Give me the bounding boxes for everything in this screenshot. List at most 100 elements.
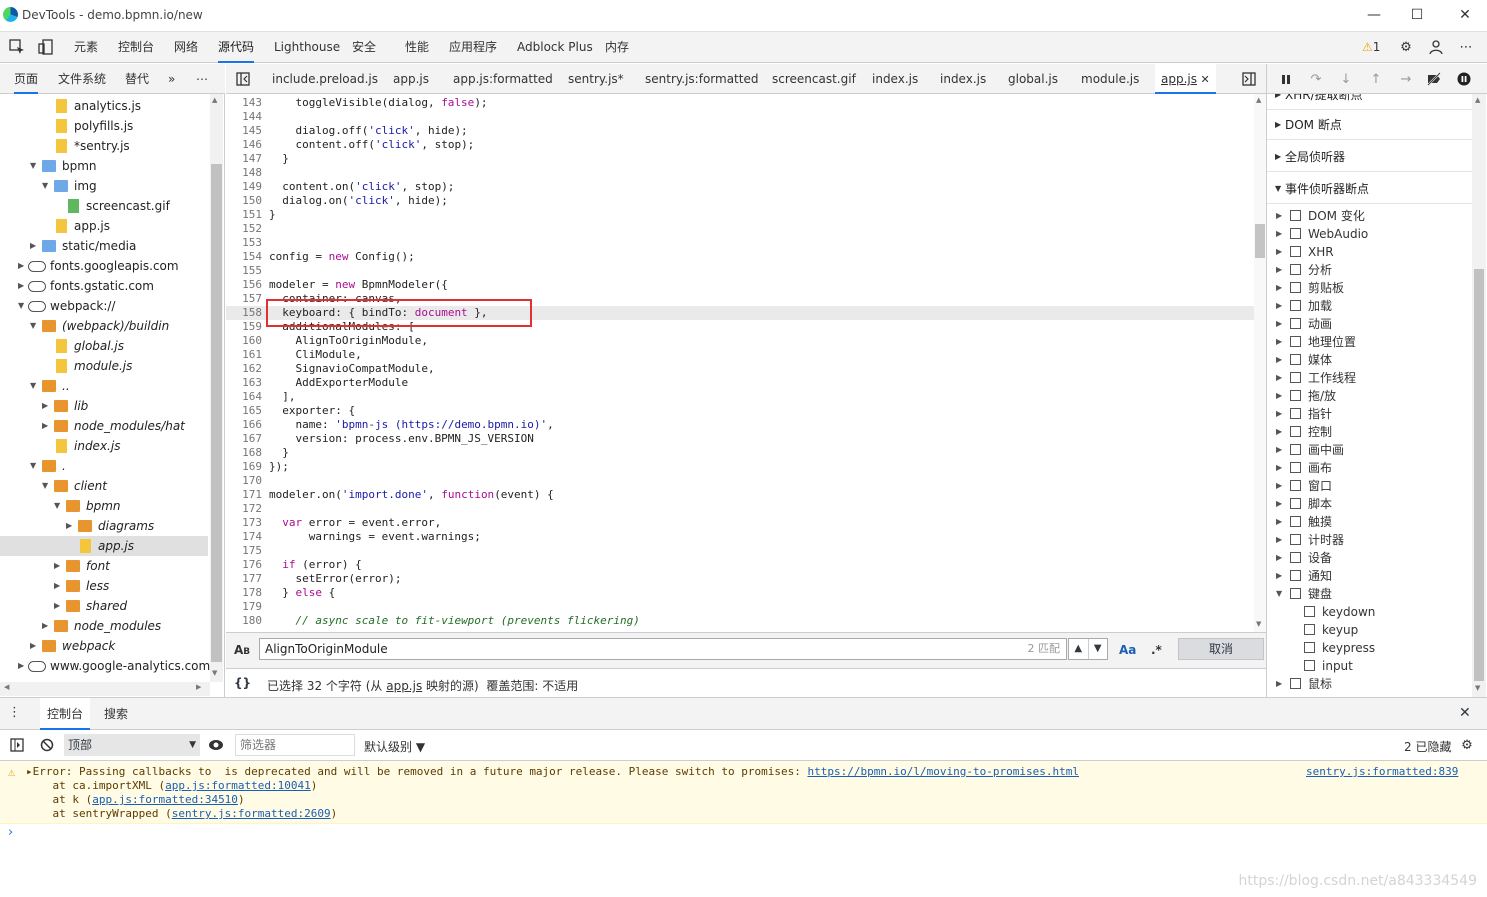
breakpoint-section[interactable]: ▶ XHR/提取断点 [1267, 94, 1472, 110]
main-tab-2[interactable]: 网络 [174, 32, 198, 63]
collapsed-arrow-icon[interactable]: ▶ [54, 596, 64, 616]
file-tab-10[interactable]: app.js ✕ [1155, 64, 1216, 94]
file-tab-4[interactable]: sentry.js:formatted [645, 64, 758, 94]
tree-item[interactable]: ▶ www.google-analytics.com [0, 656, 210, 676]
close-tab-icon[interactable]: ✕ [1197, 73, 1209, 86]
collapsed-arrow-icon[interactable]: ▶ [66, 516, 76, 536]
event-checkbox[interactable] [1290, 300, 1301, 311]
main-tab-7[interactable]: 应用程序 [449, 32, 497, 63]
debugger-scrollbar[interactable]: ▲ ▼ [1472, 94, 1486, 697]
scroll-up-icon[interactable]: ▲ [212, 96, 217, 104]
event-breakpoint-item[interactable]: ▶ 通知 [1267, 567, 1472, 585]
collapsed-arrow-icon[interactable]: ▶ [42, 616, 52, 636]
collapsed-arrow-icon[interactable]: ▶ [1276, 441, 1282, 459]
log-level-dropdown[interactable]: 默认级别 ▼ [364, 738, 425, 755]
navigator-tab-3[interactable]: » [168, 64, 175, 94]
event-breakpoint-item[interactable]: input [1267, 657, 1472, 675]
customize-user-icon[interactable] [1428, 38, 1446, 56]
scroll-right-icon[interactable]: ▶ [196, 683, 201, 691]
event-breakpoint-item[interactable]: ▶ 指针 [1267, 405, 1472, 423]
event-checkbox[interactable] [1290, 246, 1301, 257]
event-breakpoint-item[interactable]: ▶ 控制 [1267, 423, 1472, 441]
event-breakpoint-item[interactable]: ▶ DOM 变化 [1267, 207, 1472, 225]
expanded-arrow-icon[interactable]: ▼ [30, 456, 40, 476]
drawer-menu-icon[interactable]: ⋮ [8, 705, 21, 720]
file-tab-1[interactable]: app.js [393, 64, 429, 94]
event-checkbox[interactable] [1290, 462, 1301, 473]
tree-item[interactable]: module.js [0, 356, 208, 376]
line-number[interactable]: 176 [226, 558, 262, 572]
collapsed-arrow-icon[interactable]: ▶ [1276, 477, 1282, 495]
find-next-icon[interactable]: ▼ [1089, 639, 1108, 659]
tree-scrollbar[interactable]: ▲ ▼ [210, 94, 223, 682]
event-breakpoint-item[interactable]: ▼ 键盘 [1267, 585, 1472, 603]
replace-toggle-icon[interactable]: AB [234, 643, 250, 657]
collapsed-arrow-icon[interactable]: ▶ [54, 556, 64, 576]
file-tab-7[interactable]: index.js [940, 64, 986, 94]
line-number[interactable]: 163 [226, 376, 262, 390]
event-checkbox[interactable] [1290, 354, 1301, 365]
event-checkbox[interactable] [1290, 480, 1301, 491]
regex-button[interactable]: .* [1151, 643, 1162, 657]
docs-link[interactable]: https://bpmn.io/l/moving-to-promises.htm… [807, 765, 1079, 778]
event-checkbox[interactable] [1290, 552, 1301, 563]
event-checkbox[interactable] [1290, 444, 1301, 455]
step-into-icon[interactable]: ↓ [1337, 70, 1355, 88]
collapsed-arrow-icon[interactable]: ▶ [1276, 513, 1282, 531]
event-breakpoint-item[interactable]: keydown [1267, 603, 1472, 621]
find-previous-icon[interactable]: ▲ [1069, 639, 1089, 659]
event-checkbox[interactable] [1304, 660, 1315, 671]
line-number[interactable]: 166 [226, 418, 262, 432]
close-drawer-icon[interactable]: ✕ [1459, 705, 1471, 721]
line-number[interactable]: 172 [226, 502, 262, 516]
debugger-scroll-thumb[interactable] [1474, 269, 1484, 681]
source-map-link[interactable]: app.js [386, 679, 422, 693]
collapsed-arrow-icon[interactable]: ▶ [1276, 351, 1282, 369]
main-tab-9[interactable]: 内存 [605, 32, 629, 63]
pause-on-exceptions-icon[interactable] [1455, 70, 1473, 88]
file-tab-6[interactable]: index.js [872, 64, 918, 94]
cancel-find-button[interactable]: 取消 [1178, 638, 1264, 660]
tree-item[interactable]: ▶ less [0, 576, 208, 596]
main-tab-8[interactable]: Adblock Plus [517, 32, 593, 63]
breakpoint-section[interactable]: ▼ 事件侦听器断点 [1267, 174, 1472, 204]
event-checkbox[interactable] [1290, 516, 1301, 527]
line-number[interactable]: 145 [226, 124, 262, 138]
collapsed-arrow-icon[interactable]: ▶ [30, 636, 40, 656]
event-breakpoint-item[interactable]: ▶ 工作线程 [1267, 369, 1472, 387]
tree-item[interactable]: ▼ img [0, 176, 208, 196]
tree-item[interactable]: ▼ bpmn [0, 156, 208, 176]
tree-item[interactable]: polyfills.js [0, 116, 208, 136]
stack-frame-link[interactable]: sentry.js:formatted:2609 [172, 807, 331, 820]
tree-item[interactable]: ▶ fonts.gstatic.com [0, 276, 208, 296]
event-breakpoint-item[interactable]: ▶ 分析 [1267, 261, 1472, 279]
warning-counter[interactable]: ⚠1 [1362, 40, 1380, 54]
event-breakpoint-item[interactable]: ▶ 加载 [1267, 297, 1472, 315]
line-number[interactable]: 169 [226, 460, 262, 474]
deactivate-breakpoints-icon[interactable] [1425, 70, 1443, 88]
line-number[interactable]: 146 [226, 138, 262, 152]
event-breakpoint-item[interactable]: ▶ XHR [1267, 243, 1472, 261]
expanded-arrow-icon[interactable]: ▼ [30, 156, 40, 176]
collapsed-arrow-icon[interactable]: ▶ [1276, 333, 1282, 351]
collapsed-arrow-icon[interactable]: ▶ [1276, 315, 1282, 333]
tree-item[interactable]: ▶ lib [0, 396, 208, 416]
collapsed-arrow-icon[interactable]: ▶ [1276, 459, 1282, 477]
step-over-icon[interactable]: ↷ [1307, 70, 1325, 88]
event-breakpoint-item[interactable]: ▶ 设备 [1267, 549, 1472, 567]
event-checkbox[interactable] [1304, 606, 1315, 617]
tree-item[interactable]: app.js [0, 216, 208, 236]
collapsed-arrow-icon[interactable]: ▶ [54, 576, 64, 596]
close-window-icon[interactable]: ✕ [1455, 6, 1475, 24]
expanded-arrow-icon[interactable]: ▼ [42, 176, 52, 196]
tree-item[interactable]: analytics.js [0, 96, 208, 116]
event-checkbox[interactable] [1290, 390, 1301, 401]
main-tab-5[interactable]: 安全 [352, 32, 376, 63]
event-checkbox[interactable] [1290, 426, 1301, 437]
expanded-arrow-icon[interactable]: ▼ [30, 376, 40, 396]
expanded-arrow-icon[interactable]: ▼ [54, 496, 64, 516]
collapsed-arrow-icon[interactable]: ▶ [18, 276, 28, 296]
step-icon[interactable]: → [1397, 70, 1415, 88]
tree-item[interactable]: ▶ static/media [0, 236, 208, 256]
pause-icon[interactable] [1277, 70, 1295, 88]
